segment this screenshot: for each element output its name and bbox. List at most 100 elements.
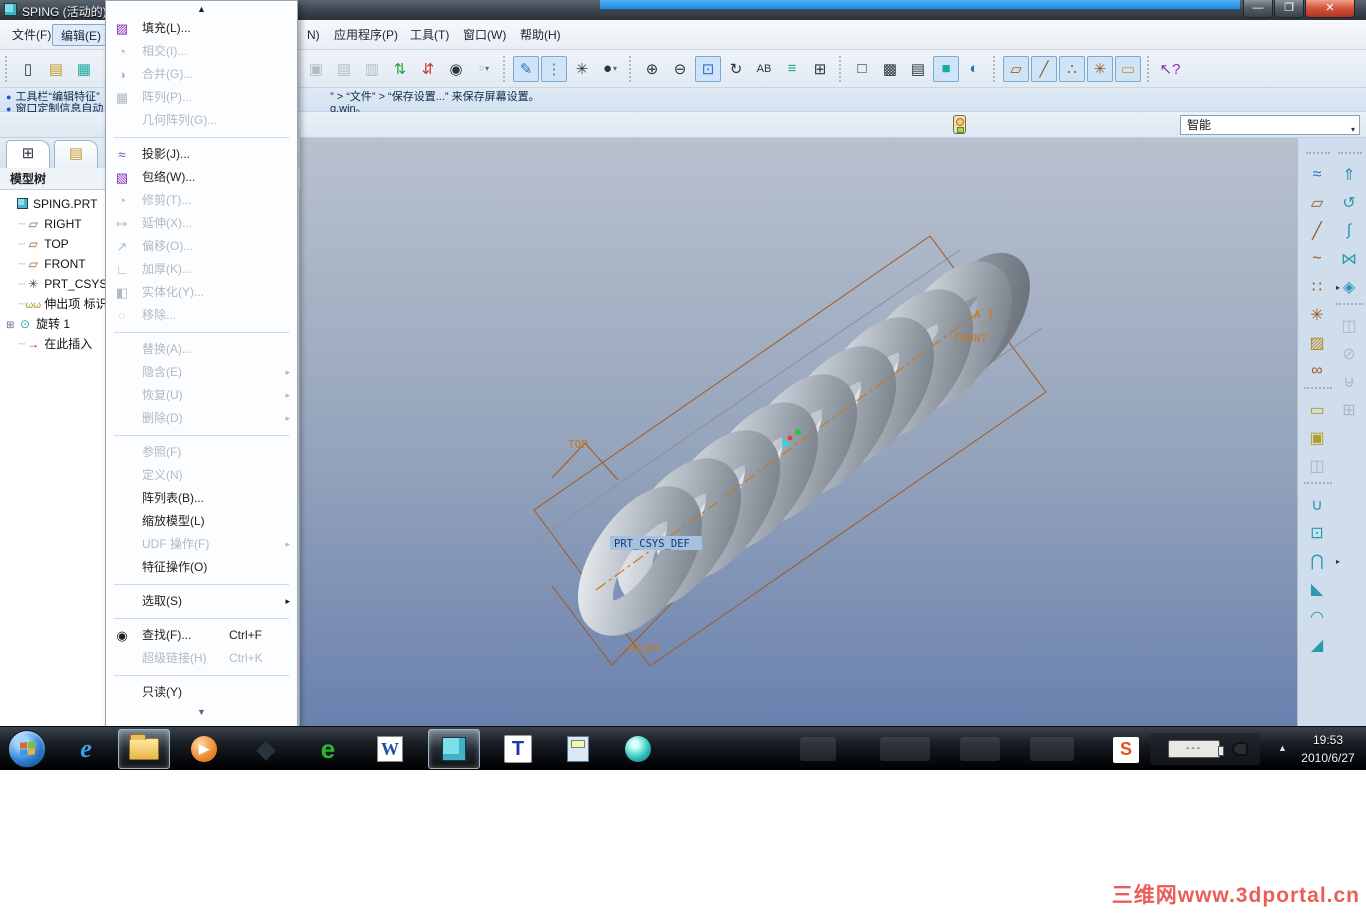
model-viewport[interactable]: TOP FRONT A_1 RIGHT PRT_CSYS_DEF <box>300 138 1297 726</box>
menu-item-intersect[interactable]: ◔ 相交(I)... <box>106 40 297 63</box>
taskbar-proe[interactable] <box>428 729 480 769</box>
pattern-button[interactable]: ⊞ <box>1336 397 1362 423</box>
menu-item-remove[interactable]: ◌ 移除... <box>106 304 297 327</box>
annotation-display-toggle[interactable]: ▭ <box>1115 55 1141 82</box>
round-button[interactable]: ◠ <box>1304 604 1330 630</box>
toolbar-grip[interactable] <box>839 55 843 82</box>
menu-item-delete[interactable]: 删除(D) ▸ <box>106 407 297 430</box>
minimize-button[interactable]: — <box>1243 0 1273 18</box>
selection-filter-combo[interactable]: 智能 ▾ <box>1180 115 1360 135</box>
start-button[interactable] <box>8 730 46 768</box>
point-display-toggle[interactable]: ∴ <box>1059 55 1085 82</box>
tab-model-tree[interactable]: ⊞ <box>6 140 50 168</box>
top-plane-label[interactable]: TOP <box>568 438 588 451</box>
axis-label[interactable]: A_1 <box>974 308 994 321</box>
taskbar-360-browser[interactable]: e <box>302 729 354 769</box>
menu-item-pattern-table[interactable]: 阵列表(B)... <box>106 487 297 510</box>
toolbar-grip[interactable] <box>5 55 9 82</box>
paste-special-button[interactable]: ▥ <box>359 56 385 82</box>
menu-help[interactable]: 帮助(H) <box>512 24 569 46</box>
menu-item-wrap[interactable]: ▧ 包络(W)... <box>106 166 297 189</box>
taskbar-calculator[interactable] <box>552 729 604 769</box>
dropdown-arrow-icon[interactable]: ▾ <box>485 64 489 73</box>
menu-item-project[interactable]: ≈ 投影(J)... <box>106 143 297 166</box>
front-plane-label[interactable]: FRONT <box>954 332 987 345</box>
tray-sogou-icon[interactable]: S <box>1113 737 1139 763</box>
menu-scroll-down[interactable]: ▼ <box>106 704 297 720</box>
menu-item-solidify[interactable]: ◧ 实体化(Y)... <box>106 281 297 304</box>
shaded-button[interactable]: ■ <box>933 55 959 82</box>
taskbar-ghost-item[interactable] <box>800 737 836 761</box>
regeneration-status-icon[interactable] <box>953 115 966 134</box>
extrude-button[interactable]: ⇑ <box>1336 162 1362 188</box>
taskbar-ghost-item[interactable] <box>1030 737 1074 761</box>
taskbar-explorer[interactable] <box>118 729 170 769</box>
toolbar-grip[interactable] <box>503 55 507 82</box>
datum-axis-button[interactable]: ╱ <box>1304 218 1330 244</box>
csys-label[interactable]: PRT_CSYS_DEF <box>610 536 702 550</box>
rib-button[interactable]: ⋂ ▸ <box>1304 548 1340 574</box>
enhanced-realism-button[interactable]: ◐ <box>961 56 987 82</box>
shell-button[interactable]: ⊡ <box>1304 520 1330 546</box>
menu-item-read-only[interactable]: 只读(Y) <box>106 681 297 704</box>
menu-insert-partial[interactable]: N) <box>299 24 328 46</box>
dropdown-arrow-icon[interactable]: ▾ <box>613 64 617 73</box>
find-button[interactable]: ◉ <box>443 56 469 82</box>
menu-item-merge[interactable]: ◑ 合并(G)... <box>106 63 297 86</box>
taskbar-media-app[interactable] <box>612 729 664 769</box>
tab-folder-browser[interactable]: ▤ <box>54 140 98 168</box>
taskbar-ghost-item[interactable] <box>960 737 1000 761</box>
menu-item-pick[interactable]: 选取(S) ▸ <box>106 590 297 613</box>
close-button[interactable]: ✕ <box>1305 0 1355 18</box>
hole-button[interactable]: ∪ <box>1304 492 1330 518</box>
view-manager-button[interactable]: ⊞ <box>807 56 833 82</box>
boundary-blend-button[interactable]: ◈ <box>1336 274 1362 300</box>
taskbar-clock[interactable]: 19:53 2010/6/27 <box>1295 731 1361 767</box>
plane-display-toggle[interactable]: ▱ <box>1003 55 1029 82</box>
merge-button[interactable]: ⊎ <box>1336 369 1362 395</box>
menu-item-thicken[interactable]: ∟ 加厚(K)... <box>106 258 297 281</box>
menu-item-fill[interactable]: ▨ 填充(L)... <box>106 17 297 40</box>
datum-point-button[interactable]: ∷ ▸ <box>1304 274 1340 300</box>
taskbar-ie[interactable]: e <box>60 729 112 769</box>
chevron-down-icon[interactable]: ▾ <box>1351 121 1355 139</box>
flyout-arrow-icon[interactable]: ▸ <box>1336 557 1340 566</box>
style-curve-button[interactable]: ≈ <box>1304 162 1330 188</box>
saved-views-button[interactable]: AB <box>751 56 777 82</box>
chamfer-button[interactable]: ◢ <box>1304 632 1330 658</box>
toolbar-grip[interactable] <box>1147 55 1151 82</box>
blend-button[interactable]: ⋈ <box>1336 246 1362 272</box>
offset-points-button[interactable]: ▨ <box>1304 330 1330 356</box>
draft-button[interactable]: ◣ <box>1304 576 1330 602</box>
hidden-line-button[interactable]: ▩ <box>877 56 903 82</box>
menu-item-suppress[interactable]: 隐含(E) ▸ <box>106 361 297 384</box>
toolbar-grip[interactable] <box>993 55 997 82</box>
paste-button[interactable]: ▤ <box>331 56 357 82</box>
menu-item-definition[interactable]: 定义(N) <box>106 464 297 487</box>
no-hidden-button[interactable]: ▤ <box>905 56 931 82</box>
trim-button[interactable]: ⊘ <box>1336 341 1362 367</box>
menu-item-pattern[interactable]: ▦ 阵列(P)... <box>106 86 297 109</box>
zoom-in-button[interactable]: ⊕ <box>639 56 665 82</box>
menu-applications[interactable]: 应用程序(P) <box>326 24 406 46</box>
menu-scroll-up[interactable]: ▲ <box>106 1 297 17</box>
menu-item-extend[interactable]: ↦ 延伸(X)... <box>106 212 297 235</box>
annotation-button[interactable]: ▭ <box>1304 397 1330 423</box>
toolbar-grip[interactable] <box>629 55 633 82</box>
mirror-button[interactable]: ◫ <box>1336 313 1362 339</box>
datum-curve-button[interactable]: ~ <box>1304 246 1330 272</box>
restore-button[interactable]: ❐ <box>1274 0 1304 18</box>
menu-item-hyperlink[interactable]: 超级链接(H) Ctrl+K <box>106 647 297 670</box>
wireframe-button[interactable]: □ <box>849 56 875 82</box>
sketch-display-toggle[interactable]: ✎ <box>513 55 539 82</box>
menu-tools[interactable]: 工具(T) <box>402 24 457 46</box>
copy-button[interactable]: ▣ <box>303 56 329 82</box>
revolve-button[interactable]: ↺ <box>1336 190 1362 216</box>
csys-display-toggle[interactable]: ✳ <box>1087 55 1113 82</box>
tree-graph-toggle[interactable]: ⋮ <box>541 55 567 82</box>
annotation-feature-button[interactable]: ▣ <box>1304 425 1330 451</box>
render-style-button[interactable]: ● ▾ <box>597 56 623 82</box>
datum-plane-button[interactable]: ▱ <box>1304 190 1330 216</box>
menu-item-udf-operations[interactable]: UDF 操作(F) ▸ <box>106 533 297 556</box>
menu-item-resume[interactable]: 恢复(U) ▸ <box>106 384 297 407</box>
